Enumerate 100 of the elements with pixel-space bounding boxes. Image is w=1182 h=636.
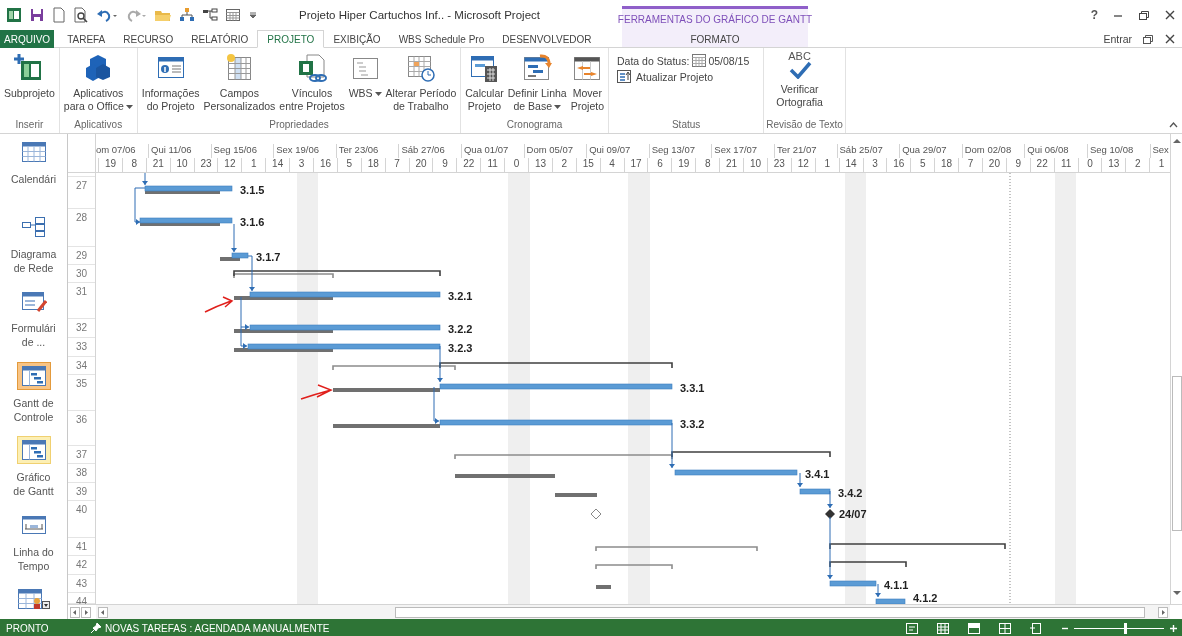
- update-project-button[interactable]: Atualizar Projeto: [617, 70, 714, 83]
- timescale-hour: 21: [726, 158, 738, 169]
- timescale-hour: 20: [988, 158, 1000, 169]
- table-view-icon[interactable]: [999, 622, 1011, 634]
- ribbon-button[interactable]: Informações do Projeto: [139, 51, 202, 113]
- timescale-hour: 8: [704, 158, 711, 169]
- split-view-icon[interactable]: [968, 622, 980, 634]
- scroll-left-icon[interactable]: [98, 606, 108, 618]
- timescale-hour: 5: [346, 158, 353, 169]
- timescale-date: Qui 06/08: [1027, 144, 1069, 155]
- timescale-hour: 14: [272, 158, 284, 169]
- view-bar-item[interactable]: Calendári: [0, 134, 67, 209]
- scroll-left-icon[interactable]: [70, 606, 80, 618]
- task-label: 3.1.6: [240, 216, 265, 228]
- view-bar-item[interactable]: Gráfico de Gantt: [0, 432, 67, 507]
- page-view-icon[interactable]: [906, 622, 918, 634]
- task-label: 4.1.1: [884, 579, 909, 591]
- ribbon-button[interactable]: Vínculos entre Projetos: [277, 51, 347, 113]
- window-title: Projeto Hiper Cartuchos Inf.. - Microsoft Project: [299, 9, 540, 21]
- timescale-date: Qua 01/07: [463, 144, 509, 155]
- ribbon-button[interactable]: Alterar Período de Trabalho: [383, 51, 459, 113]
- timescale-date: Seg 10/08: [1089, 144, 1134, 155]
- ribbon-button[interactable]: Mover Projeto: [568, 51, 606, 113]
- timescale-date: Qui 09/07: [589, 144, 631, 155]
- spelling-button[interactable]: ABC Verificar Ortografia: [766, 51, 833, 109]
- row-number: 42: [76, 559, 88, 570]
- timescale-date: om 07/06: [96, 144, 136, 155]
- tree-icon[interactable]: [202, 7, 218, 23]
- scroll-right-icon[interactable]: [81, 606, 91, 618]
- new-document-icon[interactable]: [52, 7, 66, 23]
- close-icon[interactable]: [1164, 9, 1176, 21]
- collapse-ribbon-icon[interactable]: [1169, 122, 1178, 128]
- status-date-field[interactable]: 05/08/15: [692, 54, 750, 67]
- timescale-hour: 13: [534, 158, 547, 169]
- view-bar-item[interactable]: Gantt de Controle: [0, 357, 67, 432]
- row-number: 33: [76, 341, 88, 352]
- horizontal-scrollbar[interactable]: [96, 605, 1170, 619]
- ribbon-tab[interactable]: PROJETO: [257, 30, 325, 48]
- ribbon-button[interactable]: Aplicativos para o Office: [61, 51, 135, 113]
- timescale-hour: 16: [893, 158, 905, 169]
- timescale-hour: 7: [967, 158, 974, 169]
- scroll-thumb[interactable]: [395, 606, 1145, 618]
- help-button[interactable]: ?: [1090, 8, 1098, 22]
- restore-icon[interactable]: [1142, 32, 1154, 45]
- scroll-down-icon[interactable]: [1171, 588, 1182, 598]
- timescale-hour: 2: [561, 158, 568, 169]
- timescale-hour: 9: [1015, 158, 1022, 169]
- group-label: Cronograma: [505, 119, 564, 132]
- dependency-arrow: [827, 516, 833, 580]
- timescale-hour: 11: [487, 158, 498, 169]
- file-tab[interactable]: ARQUIVO: [0, 30, 55, 48]
- view-bar-item[interactable]: Linha do Tempo: [0, 506, 67, 581]
- calendar-grid-icon[interactable]: [225, 7, 241, 23]
- view-bar-item[interactable]: Diagrama de Rede: [0, 208, 67, 283]
- row-number: 40: [76, 504, 88, 515]
- gantt-arrow-icon: [522, 53, 553, 83]
- ribbon-button[interactable]: WBS: [346, 51, 384, 100]
- print-preview-icon[interactable]: [73, 7, 89, 23]
- timescale-hour: 16: [319, 158, 331, 169]
- app-logo-icon[interactable]: [6, 7, 22, 23]
- timescale-hour: 6: [657, 158, 663, 169]
- vertical-scrollbar[interactable]: [1170, 134, 1182, 604]
- zoom-in-icon[interactable]: [1169, 622, 1178, 634]
- ribbon-tab[interactable]: RELATÓRIO: [182, 30, 258, 48]
- linked-document-icon: [297, 53, 327, 83]
- sign-in-link[interactable]: Entrar: [1103, 32, 1132, 45]
- task-label: 3.1.5: [240, 184, 265, 196]
- task-label: 3.2.2: [448, 323, 473, 335]
- new-tasks-mode-button[interactable]: NOVAS TAREFAS : AGENDADA MANUALMENTE: [105, 622, 330, 634]
- ribbon-tab[interactable]: TAREFA: [58, 30, 115, 48]
- view-bar-item[interactable]: Formulári de ...: [0, 283, 67, 358]
- timescale-hour: 18: [367, 158, 379, 169]
- ribbon-button[interactable]: Calcular Projeto: [463, 51, 506, 113]
- scroll-right-icon[interactable]: [1158, 606, 1168, 618]
- ribbon-tab[interactable]: DESENVOLVEDOR: [493, 30, 601, 48]
- dependency-arrow: [247, 255, 255, 292]
- group-label: Status: [670, 119, 702, 132]
- row-number: 36: [76, 414, 88, 425]
- ribbon-button[interactable]: Definir Linha de Base: [505, 51, 569, 113]
- panel-view-icon[interactable]: [1030, 622, 1042, 634]
- timescale-hour: 22: [463, 158, 475, 169]
- ribbon-tab[interactable]: WBS Schedule Pro: [389, 30, 494, 48]
- network-diagram-icon: [20, 215, 47, 238]
- calendar-icon: [692, 54, 707, 67]
- ribbon-button[interactable]: Campos Personalizados: [201, 51, 278, 113]
- timescale-hour: 5: [919, 158, 926, 169]
- scroll-thumb[interactable]: [1171, 376, 1182, 531]
- baseline-bar: [596, 585, 611, 589]
- scroll-up-icon[interactable]: [1171, 136, 1182, 146]
- ribbon-tab[interactable]: EXIBIÇÃO: [324, 30, 390, 48]
- grid-view-icon[interactable]: [937, 622, 949, 634]
- org-chart-icon[interactable]: [179, 7, 195, 23]
- ribbon-button[interactable]: Subprojeto: [2, 51, 57, 100]
- timescale-date: Dom 02/08: [964, 144, 1012, 155]
- row-number: 31: [76, 286, 88, 297]
- ribbon-tab[interactable]: RECURSO: [114, 30, 183, 48]
- close-icon[interactable]: [1164, 32, 1176, 45]
- undo-icon[interactable]: [96, 7, 118, 23]
- dependency-arrow: [231, 223, 237, 253]
- restore-icon[interactable]: [1138, 9, 1150, 21]
